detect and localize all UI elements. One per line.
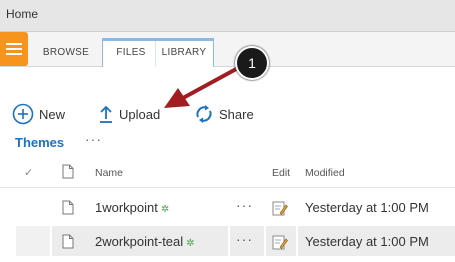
step-callout-badge: 1 bbox=[235, 46, 269, 80]
file-name[interactable]: 1workpoint bbox=[95, 200, 158, 215]
upload-arrow-icon bbox=[100, 105, 112, 123]
file-name-link[interactable]: 1workpoint ✲ bbox=[95, 200, 169, 215]
hamburger-icon bbox=[6, 43, 22, 45]
modified-date: Yesterday at 1:00 PM bbox=[305, 200, 429, 215]
upload-label: Upload bbox=[119, 106, 161, 122]
edit-pencil-icon[interactable] bbox=[272, 234, 288, 250]
share-icon bbox=[196, 105, 212, 123]
document-icon bbox=[62, 234, 74, 249]
hamburger-icon-line bbox=[6, 48, 22, 50]
new-label: New bbox=[39, 106, 66, 122]
plus-circle-icon bbox=[12, 103, 34, 125]
share-button[interactable]: Share bbox=[194, 103, 254, 125]
table-row[interactable]: 1workpoint ✲ ··· Yesterday at 1:00 PM bbox=[0, 190, 455, 224]
hamburger-icon-line bbox=[6, 53, 22, 55]
column-header-modified[interactable]: Modified bbox=[305, 167, 345, 179]
row-select[interactable] bbox=[16, 192, 50, 222]
checkmark-icon[interactable]: ✓ bbox=[24, 166, 33, 179]
more-options-button[interactable]: ··· bbox=[236, 197, 253, 213]
new-item-icon: ✲ bbox=[160, 204, 170, 215]
column-header-edit[interactable]: Edit bbox=[272, 167, 290, 179]
tab-library[interactable]: LIBRARY bbox=[157, 38, 211, 66]
more-options-button[interactable]: ··· bbox=[236, 231, 253, 247]
modified-date: Yesterday at 1:00 PM bbox=[305, 234, 429, 249]
file-name-link[interactable]: 2workpoint-teal ✲ bbox=[95, 234, 195, 249]
document-type-icon[interactable] bbox=[62, 164, 74, 179]
row-select[interactable] bbox=[16, 226, 50, 256]
hamburger-menu-button[interactable] bbox=[0, 32, 28, 66]
document-icon bbox=[62, 200, 74, 215]
top-bar: Home bbox=[0, 0, 455, 32]
upload-button[interactable]: Upload bbox=[98, 103, 160, 125]
new-button[interactable]: New bbox=[12, 103, 65, 125]
file-name[interactable]: 2workpoint-teal bbox=[95, 234, 183, 249]
library-title[interactable]: Themes bbox=[15, 135, 64, 150]
tab-files[interactable]: FILES bbox=[106, 38, 156, 66]
share-label: Share bbox=[219, 106, 254, 122]
table-row[interactable]: 2workpoint-teal ✲ ··· Yesterday at 1:00 P… bbox=[0, 224, 455, 258]
edit-pencil-icon[interactable] bbox=[272, 200, 288, 216]
library-more-button[interactable]: ··· bbox=[85, 131, 102, 147]
breadcrumb-home[interactable]: Home bbox=[6, 7, 38, 21]
tab-browse[interactable]: BROWSE bbox=[38, 38, 94, 66]
column-header-name[interactable]: Name bbox=[95, 167, 123, 179]
new-item-icon: ✲ bbox=[186, 238, 195, 249]
